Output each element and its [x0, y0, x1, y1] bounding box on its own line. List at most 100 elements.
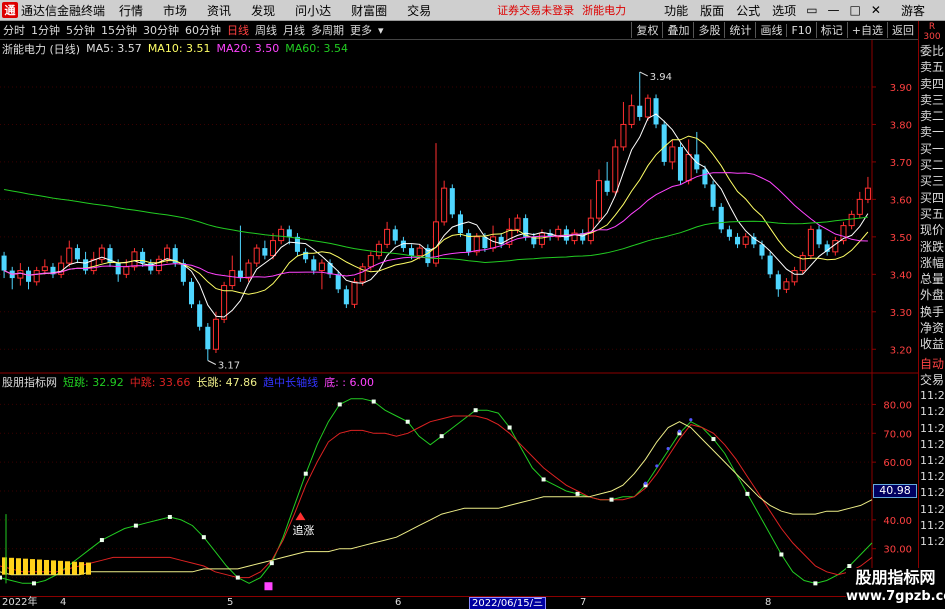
candle-body	[269, 240, 277, 257]
candle-body	[848, 213, 855, 227]
tab-more[interactable]: 更多	[347, 22, 375, 38]
menu-options[interactable]: 选项	[772, 2, 796, 19]
guest-user[interactable]: 游客	[901, 2, 925, 19]
tick-time: 11:2	[920, 502, 945, 516]
short-line-marker	[235, 575, 240, 580]
candle-body	[832, 240, 839, 253]
high-price-label: 3.94	[650, 72, 672, 83]
candle-body	[294, 236, 300, 252]
menu-function[interactable]: 功能	[664, 2, 688, 19]
price-tick-label: 3.20	[890, 345, 912, 356]
tick-time: 11:2	[920, 486, 945, 500]
draw-line-button[interactable]: 画线	[755, 22, 786, 38]
short-line-marker	[711, 437, 716, 442]
stats-button[interactable]: 统计	[724, 22, 755, 38]
candle-body	[612, 146, 619, 193]
watermark-line1: 股朋指标网	[855, 568, 936, 587]
cursor-date-label: 2022/06/15/三	[469, 597, 547, 609]
short-line-marker	[371, 399, 376, 404]
year-label: 2022年	[2, 597, 38, 608]
side-item: 卖三	[920, 92, 945, 107]
multi-stock-button[interactable]: 多股	[693, 22, 724, 38]
login-notice[interactable]: 证券交易未登录	[497, 2, 574, 18]
side-item: 现价	[920, 223, 945, 238]
candle-body	[710, 184, 716, 207]
side-item: 买五	[920, 206, 945, 221]
menu-news[interactable]: 资讯	[207, 2, 231, 19]
side-item: 卖四	[920, 76, 945, 91]
chart-area[interactable]: 3.90 3.80 3.70 3.60 3.50 3.40 3.30 3.20 80.00 70.…	[0, 40, 918, 596]
cursor-value-label: 40.98	[873, 484, 917, 498]
bottom-signal-bar	[30, 559, 35, 575]
tab-monthly[interactable]: 月线	[280, 22, 308, 38]
minimize-icon[interactable]: —	[828, 3, 840, 17]
indicator-tick-label: 80.00	[883, 400, 912, 411]
maximize-icon[interactable]: □	[850, 3, 861, 17]
bottom-signal-bar	[58, 560, 63, 575]
tab-60min[interactable]: 60分钟	[182, 22, 224, 38]
side-item: 涨跌	[920, 239, 945, 254]
candle-body	[1, 255, 7, 271]
candle-body	[197, 304, 203, 327]
trend-label: 趋中长轴线	[263, 375, 319, 389]
side-item: 收益	[920, 337, 945, 352]
back-button[interactable]: 返回	[887, 22, 918, 38]
candle-body	[245, 262, 252, 279]
trade-label[interactable]: 交易	[919, 372, 945, 388]
menu-discover[interactable]: 发现	[251, 2, 275, 19]
price-tick-label: 3.90	[890, 83, 912, 94]
menu-wealth[interactable]: 财富圈	[351, 2, 387, 19]
overlay-button[interactable]: 叠加	[662, 22, 693, 38]
tick-time: 11:2	[920, 437, 945, 451]
menu-trade[interactable]: 交易	[407, 2, 431, 19]
auto-trade-label[interactable]: 自动	[919, 356, 945, 372]
short-line-marker	[575, 491, 580, 496]
candle-body	[123, 266, 130, 275]
bottom-signal-bar	[23, 558, 28, 575]
side-item: 卖二	[920, 109, 945, 124]
mark-button[interactable]: 标记	[815, 22, 847, 38]
ma10-label: MA10: 3.51	[147, 42, 211, 55]
candle-body	[66, 247, 73, 264]
tab-intraday[interactable]: 分时	[0, 22, 28, 38]
bottom-signal-bar	[72, 561, 77, 575]
candle-body	[637, 105, 643, 117]
indicator-legend: 股朋指标网 短跳: 32.92 中跳: 33.66 长跳: 47.86 趋中长轴…	[2, 374, 380, 389]
menu-market[interactable]: 市场	[163, 2, 187, 19]
side-item: 卖一	[920, 125, 945, 140]
tab-weekly[interactable]: 周线	[252, 22, 280, 38]
menu-bar: 通 通达信金融终端 行情 市场 资讯 发现 问小达 财富圈 交易 证券交易未登录…	[0, 0, 945, 21]
side-item: 买四	[920, 190, 945, 205]
short-line-marker	[541, 477, 546, 482]
add-watchlist-button[interactable]: +自选	[846, 22, 887, 38]
restore-icon[interactable]: ▭	[806, 3, 817, 17]
tab-multi-period[interactable]: 多周期	[308, 22, 347, 38]
menu-quotes[interactable]: 行情	[119, 2, 143, 19]
candle-body	[620, 123, 627, 148]
candle-body	[441, 187, 448, 223]
candle-body	[767, 255, 773, 275]
tab-5min[interactable]: 5分钟	[63, 22, 98, 38]
trend-dot	[655, 464, 659, 468]
side-item: 卖五	[920, 60, 945, 75]
more-dropdown-icon[interactable]: ▾	[375, 24, 387, 37]
side-item: 委比	[920, 44, 945, 58]
menu-formula[interactable]: 公式	[736, 2, 760, 19]
ma5-label: MA5: 3.57	[86, 42, 142, 55]
candle-body	[694, 154, 700, 170]
candle-body	[742, 236, 749, 245]
candle-body	[384, 228, 391, 245]
app-title: 通达信金融终端	[21, 3, 106, 18]
tab-15min[interactable]: 15分钟	[98, 22, 140, 38]
tab-30min[interactable]: 30分钟	[140, 22, 182, 38]
short-line-marker	[337, 402, 342, 407]
menu-ask[interactable]: 问小达	[295, 2, 331, 19]
menu-layout[interactable]: 版面	[700, 2, 724, 19]
tab-daily[interactable]: 日线	[224, 22, 252, 38]
tab-1min[interactable]: 1分钟	[28, 22, 63, 38]
candle-body	[669, 146, 676, 163]
f10-button[interactable]: F10	[786, 23, 815, 37]
short-line-marker	[813, 581, 818, 586]
close-icon[interactable]: ✕	[871, 3, 881, 17]
adjust-button[interactable]: 复权	[631, 22, 662, 38]
